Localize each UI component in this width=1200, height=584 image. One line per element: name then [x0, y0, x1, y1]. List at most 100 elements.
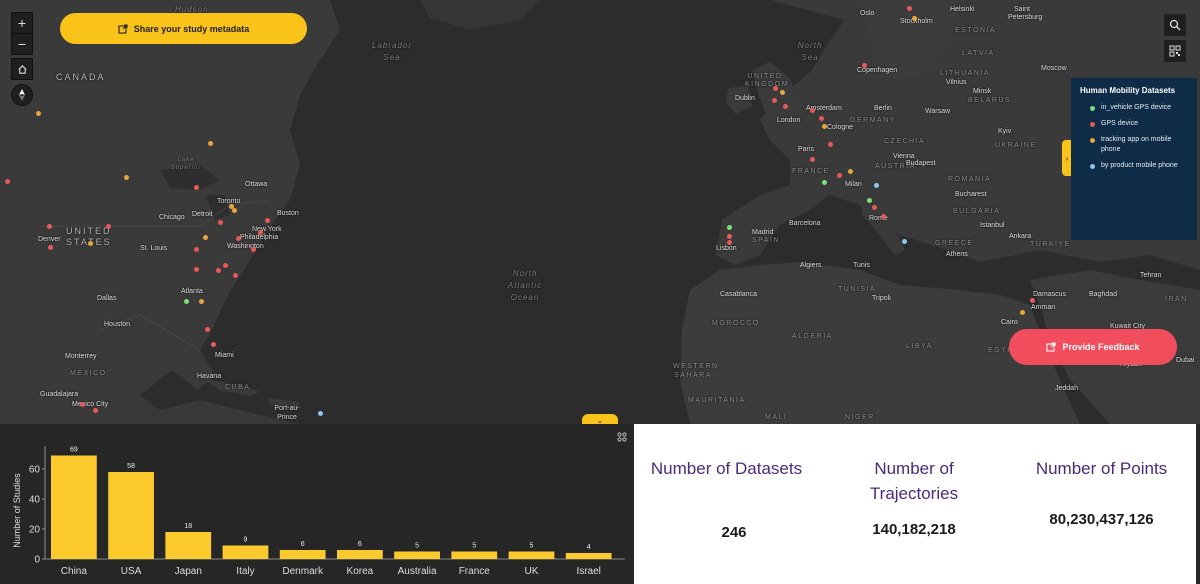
map-data-point[interactable]: [258, 230, 263, 235]
collapse-panel-tab[interactable]: ⌄: [582, 414, 618, 424]
map-data-point[interactable]: [124, 175, 129, 180]
map-data-point[interactable]: [907, 6, 912, 11]
map-data-point[interactable]: [236, 236, 241, 241]
map-data-point[interactable]: [223, 263, 228, 268]
qr-code-button[interactable]: [1164, 40, 1186, 62]
share-metadata-button[interactable]: Share your study metadata: [60, 13, 307, 44]
map-data-point[interactable]: [772, 98, 777, 103]
map-data-point[interactable]: [1020, 310, 1025, 315]
x-tick-label: Japan: [175, 566, 202, 577]
map-data-point[interactable]: [902, 239, 907, 244]
legend-swatch: [1090, 106, 1095, 111]
map-label: CANADA: [56, 72, 106, 82]
map-label: North Sea: [797, 41, 823, 62]
expand-chart-button[interactable]: [617, 432, 627, 445]
map-data-point[interactable]: [208, 141, 213, 146]
map-data-point[interactable]: [810, 108, 815, 113]
map-label: Denver: [38, 236, 61, 243]
bar-korea: [337, 550, 383, 559]
map-data-point[interactable]: [232, 208, 237, 213]
map-data-point[interactable]: [881, 214, 886, 219]
map-data-point[interactable]: [80, 402, 85, 407]
map-data-point[interactable]: [251, 247, 256, 252]
zoom-in-button[interactable]: +: [11, 12, 33, 34]
map-data-point[interactable]: [265, 218, 270, 223]
map-data-point[interactable]: [106, 224, 111, 229]
map-data-point[interactable]: [727, 225, 732, 230]
map-label: Mexico City: [72, 401, 109, 408]
map-data-point[interactable]: [36, 111, 41, 116]
map-data-point[interactable]: [218, 220, 223, 225]
share-metadata-label: Share your study metadata: [133, 23, 250, 34]
legend-item-label: by product mobile phone: [1101, 162, 1178, 169]
map-data-point[interactable]: [216, 268, 221, 273]
external-link-icon: [1046, 342, 1057, 352]
map-data-point[interactable]: [828, 142, 833, 147]
map-data-point[interactable]: [773, 86, 778, 91]
map-data-point[interactable]: [783, 104, 788, 109]
map-data-point[interactable]: [727, 240, 732, 245]
map-data-point[interactable]: [867, 198, 872, 203]
map-data-point[interactable]: [862, 63, 867, 68]
map-label: Havana: [197, 373, 222, 380]
map-data-point[interactable]: [822, 124, 827, 129]
legend-panel: Human Mobility Datasets in_vehicle GPS d…: [1071, 78, 1197, 240]
bar-value-label: 5: [415, 543, 419, 550]
map-label: Baghdad: [1089, 291, 1118, 298]
map-data-point[interactable]: [199, 299, 204, 304]
map-data-point[interactable]: [203, 235, 208, 240]
map-data-point[interactable]: [318, 411, 323, 416]
map-data-point[interactable]: [848, 169, 853, 174]
compass-button[interactable]: [11, 84, 33, 106]
map-data-point[interactable]: [874, 183, 879, 188]
map-data-point[interactable]: [912, 16, 917, 21]
map-data-point[interactable]: [780, 90, 785, 95]
legend-swatch: [1090, 122, 1095, 127]
map-data-point[interactable]: [47, 224, 52, 229]
y-tick-label: 60: [29, 465, 41, 476]
x-tick-label: Israel: [576, 566, 600, 577]
map-label: Ottawa: [245, 181, 268, 188]
map-data-point[interactable]: [211, 342, 216, 347]
map-data-point[interactable]: [727, 234, 732, 239]
map-search-button[interactable]: [1164, 14, 1186, 36]
map-data-point[interactable]: [48, 245, 53, 250]
bar-france: [451, 551, 498, 559]
map-data-point[interactable]: [194, 185, 199, 190]
zoom-out-button[interactable]: −: [11, 33, 33, 55]
map-label: Istanbul: [980, 222, 1005, 229]
map-data-point[interactable]: [205, 327, 210, 332]
map-label: IRAN: [1165, 296, 1188, 303]
studies-bar-chart: 0204060Number of Studies69China58USA18Ja…: [12, 446, 625, 577]
map-data-point[interactable]: [822, 180, 827, 185]
bar-value-label: 5: [530, 543, 534, 550]
compass-icon: [19, 89, 25, 101]
map-view[interactable]: + − Hudson Labrador Sea CANADA Lake Supe…: [0, 0, 1200, 424]
qr-code-icon: [1169, 45, 1181, 57]
legend-item-label: tracking app on mobile phone: [1101, 136, 1172, 153]
map-label: LIBYA: [906, 343, 933, 350]
map-data-point[interactable]: [194, 267, 199, 272]
points-value: 80,230,437,126: [1049, 511, 1154, 528]
map-data-point[interactable]: [88, 241, 93, 246]
map-label: LATVIA: [962, 50, 995, 57]
map-label: Cairo: [1001, 319, 1018, 326]
map-label: MEXICO: [70, 370, 107, 377]
map-data-point[interactable]: [5, 179, 10, 184]
home-button[interactable]: [11, 58, 33, 80]
map-data-point[interactable]: [837, 173, 842, 178]
bar-china: [51, 455, 97, 559]
map-data-point[interactable]: [233, 273, 238, 278]
map-data-point[interactable]: [194, 247, 199, 252]
map-data-point[interactable]: [872, 205, 877, 210]
map-data-point[interactable]: [810, 157, 815, 162]
map-data-point[interactable]: [819, 116, 824, 121]
map-label: BELARUS: [968, 97, 1012, 104]
stats-panel: Number of Datasets 246 Number of Traject…: [634, 424, 1196, 584]
map-data-point[interactable]: [93, 408, 98, 413]
map-label: BULGARIA: [953, 208, 1001, 215]
map-data-point[interactable]: [1030, 298, 1035, 303]
map-label: ROMANIA: [948, 176, 992, 183]
provide-feedback-button[interactable]: Provide Feedback: [1009, 329, 1177, 365]
map-data-point[interactable]: [184, 299, 189, 304]
